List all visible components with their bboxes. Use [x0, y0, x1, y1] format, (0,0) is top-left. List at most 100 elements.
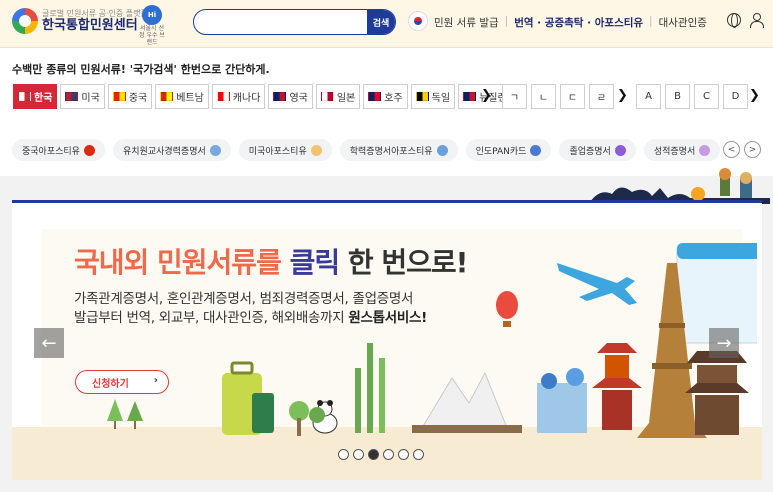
letter-index-button[interactable]: ㄹ [589, 84, 614, 109]
country-flag-icon [273, 92, 287, 101]
balloon-icon [496, 291, 518, 327]
nav-separator: | [504, 15, 509, 27]
top-header: 글로벌 민원서류 공·인증 플랫폼 한국통합민원센터 Hi 서울시 선정 우수 … [0, 0, 773, 48]
landmark-silhouette-icon [590, 168, 770, 204]
logo-subtitle: 글로벌 민원서류 공·인증 플랫폼 [42, 9, 148, 18]
slide-dot[interactable] [383, 449, 394, 460]
country-flag-icon [415, 92, 429, 101]
nav-separator: | [649, 15, 653, 27]
nav-translation[interactable]: 번역 · 공증촉탁 · 아포스티유 [514, 15, 643, 30]
site-logo[interactable]: 글로벌 민원서류 공·인증 플랫폼 한국통합민원센터 [12, 8, 148, 34]
slide-indicator [338, 449, 424, 460]
nav-issue[interactable]: 민원 서류 발급 [434, 15, 499, 30]
country-label: 베트남 [176, 93, 204, 104]
country-label: 독일 [431, 93, 451, 104]
slide-dot[interactable] [398, 449, 409, 460]
letter-index-button[interactable]: ㄷ [560, 84, 585, 109]
country-tab[interactable]: 독일 [410, 84, 456, 109]
user-icon[interactable] [750, 13, 764, 28]
doc-chip[interactable]: 중국아포스티유 [12, 139, 105, 161]
suitcase-icon [222, 361, 274, 435]
slide-dot[interactable] [338, 449, 349, 460]
slide-dot[interactable] [353, 449, 364, 460]
letter-index-button[interactable]: ㄴ [531, 84, 556, 109]
search-button[interactable]: 검색 [367, 10, 395, 34]
doc-chip-label: 중국아포스티유 [22, 146, 80, 157]
doc-chip[interactable]: 졸업증명서 [559, 139, 636, 161]
search-input[interactable] [204, 13, 364, 31]
country-flag-icon [368, 92, 382, 101]
country-list: 한국 미국 중국 베트남 캐나다 영국 일본 호주 독일 뉴질랜드 [13, 84, 521, 109]
country-flag-icon [18, 92, 31, 101]
korea-flag-icon [408, 11, 428, 31]
letter-index-button[interactable]: A [636, 84, 661, 109]
doc-chip[interactable]: 유치원교사경력증명서 [112, 139, 231, 161]
country-label: 캐나다 [232, 93, 261, 104]
country-tab[interactable]: 호주 [363, 84, 408, 109]
country-flag-icon [216, 92, 230, 101]
slide-dot[interactable] [368, 449, 379, 460]
logo-icon [12, 8, 38, 34]
apply-button[interactable]: 신청하기 › [75, 370, 169, 394]
country-flag-icon [112, 92, 126, 101]
doc-chip-label: 인도PAN카드 [475, 146, 527, 157]
banner-next-button[interactable]: → [709, 328, 739, 358]
top-nav: 민원 서류 발급 | 번역 · 공증촉탁 · 아포스티유 | 대사관인증 [434, 15, 707, 30]
apply-label: 신청하기 [92, 378, 129, 390]
doc-chip[interactable]: 미국아포스티유 [238, 139, 332, 161]
doc-chip[interactable]: 학력증명서아포스티유 [339, 139, 458, 161]
chip-next-button[interactable]: > [744, 141, 761, 158]
tagline: 수백만 종류의 민원서류! '국가검색' 한번으로 간단하게. [12, 63, 270, 76]
doc-chip-icon [614, 144, 626, 156]
hi-badge-icon: Hi [142, 5, 162, 25]
letter-index-button[interactable]: C [694, 84, 719, 109]
search-box: 검색 [193, 9, 396, 35]
country-tab[interactable]: 일본 [315, 84, 361, 109]
pine-tree-icon [107, 399, 143, 429]
letter-index-button[interactable]: ㄱ [502, 84, 527, 109]
doc-chip[interactable]: 성적증명서 [643, 139, 721, 161]
doc-chip-label: 미국아포스티유 [248, 146, 307, 157]
country-label: 영국 [289, 93, 308, 104]
country-tab[interactable]: 베트남 [155, 84, 209, 109]
travel-illustration [222, 243, 757, 438]
doc-chip[interactable]: 인도PAN카드 [465, 139, 552, 161]
letter-index-button[interactable]: B [665, 84, 690, 109]
onion-dome-icon [537, 368, 587, 433]
doc-chip-icon [436, 144, 448, 156]
globe-icon[interactable] [727, 13, 741, 28]
country-label: 중국 [128, 93, 148, 104]
opera-house-icon [412, 371, 522, 433]
hi-seoul-badge: Hi 서울시 선정 우수 브랜드 [138, 5, 166, 46]
slide-dot[interactable] [413, 449, 424, 460]
country-label: 일본 [336, 93, 356, 104]
country-tab[interactable]: 영국 [268, 84, 313, 109]
doc-chip-icon [699, 144, 711, 156]
country-flag-icon [160, 92, 174, 101]
chevron-right-icon: › [153, 375, 158, 386]
chip-prev-button[interactable]: < [723, 141, 740, 158]
logo-title: 한국통합민원센터 [42, 18, 138, 33]
pagoda-icon [592, 343, 642, 430]
doc-chip-label: 성적증명서 [653, 146, 696, 157]
hi-badge-text: 서울시 선정 우수 브랜드 [139, 25, 165, 46]
main-banner: 국내외 민원서류를 클릭 한 번으로! 가족관계증명서, 혼인관계증명서, 범죄… [12, 200, 762, 480]
country-flag-icon [463, 92, 477, 101]
country-tab[interactable]: 미국 [60, 84, 105, 109]
nav-embassy[interactable]: 대사관인증 [659, 15, 707, 30]
doc-chip-icon [83, 144, 95, 156]
country-tab[interactable]: 캐나다 [211, 84, 266, 109]
letters-next-icon[interactable]: ❯ [749, 88, 760, 103]
country-next-icon[interactable]: ❯ [481, 88, 492, 103]
banner-prev-button[interactable]: ← [34, 328, 64, 358]
popular-docs: 중국아포스티유 유치원교사경력증명서 미국아포스티유 학력증명서아포스티유 인도PAN카… [12, 139, 721, 161]
country-tab[interactable]: 한국 [13, 84, 58, 109]
country-label: 미국 [81, 93, 100, 104]
country-label: 한국 [34, 93, 53, 104]
doc-chip-icon [209, 144, 221, 156]
letter-index-button[interactable]: D [723, 84, 748, 109]
letters-prev-icon[interactable]: ❯ [617, 88, 628, 103]
country-tab[interactable]: 중국 [107, 84, 153, 109]
doc-chip-label: 졸업증명서 [569, 146, 611, 157]
country-flag-icon [65, 92, 79, 101]
